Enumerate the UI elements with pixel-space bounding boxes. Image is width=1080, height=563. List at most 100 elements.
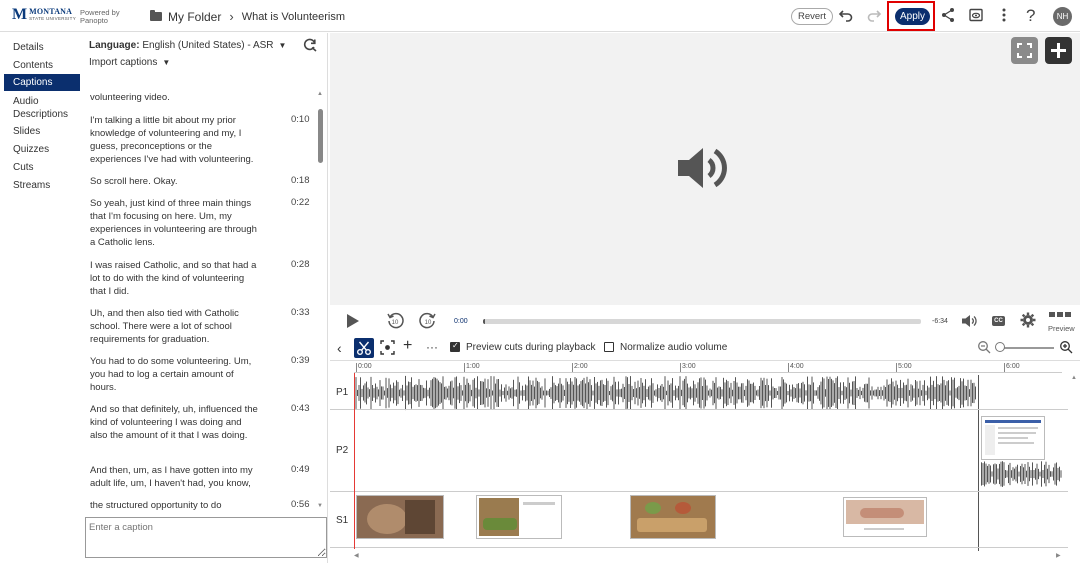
normalize-audio-checkbox[interactable]	[604, 342, 614, 352]
import-captions-label: Import captions	[89, 57, 158, 68]
player-controls: 10 10 0:00 -6:34 CC Preview	[330, 306, 1080, 336]
ruler-tick: 4:00	[788, 363, 804, 372]
zoom-in-icon[interactable]	[1059, 340, 1073, 357]
scroll-right-arrow-icon[interactable]: ▶	[1056, 552, 1061, 559]
help-icon[interactable]: ?	[1026, 7, 1035, 25]
ruler-tick: 2:00	[572, 363, 588, 372]
preview-icon[interactable]	[968, 7, 984, 28]
preview-layout-icon[interactable]	[1049, 312, 1071, 323]
nav-item-details[interactable]: Details	[4, 41, 80, 54]
chevron-right-icon: ›	[229, 9, 234, 24]
ruler-tick: 6:00	[1004, 363, 1020, 372]
scroll-down-arrow-icon[interactable]: ▼	[317, 503, 323, 509]
preview-label: Preview	[1048, 324, 1075, 333]
timeline-horizontal-scrollbar[interactable]: ◀ ▶	[354, 553, 1064, 559]
nav-item-contents[interactable]: Contents	[4, 59, 80, 72]
caption-timestamp: 0:49	[291, 464, 310, 475]
caption-timestamp: 0:22	[291, 197, 310, 208]
chevron-left-icon[interactable]: ‹	[337, 340, 342, 356]
revert-button[interactable]: Revert	[791, 8, 833, 25]
volume-icon[interactable]	[961, 314, 979, 331]
slide-thumbnail[interactable]	[630, 495, 716, 539]
audio-only-volume-icon	[676, 141, 730, 198]
caption-list: volunteering video. I'm talking a little…	[82, 87, 318, 513]
left-navigation: Details Contents Captions Audio Descript…	[4, 33, 80, 563]
nav-item-streams[interactable]: Streams	[4, 179, 80, 192]
undo-icon[interactable]	[838, 7, 854, 28]
track-divider	[330, 409, 1068, 410]
share-icon[interactable]	[940, 7, 956, 28]
add-stream-icon[interactable]	[1045, 37, 1072, 64]
caption-text: And then, um, as I have gotten into my a…	[90, 465, 253, 489]
fullscreen-icon[interactable]	[1011, 37, 1038, 64]
language-selector[interactable]: Language: English (United States) - ASR …	[89, 40, 286, 51]
avatar[interactable]: NH	[1053, 7, 1072, 26]
closed-captions-icon[interactable]: CC	[992, 316, 1005, 326]
playhead[interactable]	[354, 373, 355, 549]
redo-icon[interactable]	[866, 7, 882, 28]
track-label-p1: P1	[336, 387, 349, 398]
primary-audio-waveform[interactable]	[354, 375, 980, 411]
logo-sub-text: STATE UNIVERSITY	[29, 16, 76, 21]
caption-input[interactable]	[85, 517, 327, 558]
caption-timestamp: 0:39	[291, 355, 310, 366]
caption-text: You had to do some volunteering. Um, you…	[90, 356, 252, 393]
breadcrumb-folder-link[interactable]: My Folder	[168, 10, 221, 24]
more-tools-icon[interactable]: ···	[426, 340, 438, 354]
nav-item-audio-descriptions[interactable]: Audio Descriptions	[4, 95, 74, 121]
slide-thumbnail[interactable]	[476, 495, 562, 539]
folder-icon	[150, 10, 162, 21]
current-time: 0:00	[454, 318, 468, 325]
add-icon[interactable]: +	[403, 337, 412, 355]
breadcrumb-session-title: What is Volunteerism	[241, 10, 346, 23]
nav-item-quizzes[interactable]: Quizzes	[4, 143, 80, 156]
timeline-vertical-scrollbar[interactable]: ▲	[1069, 373, 1079, 549]
preview-cuts-label: Preview cuts during playback	[466, 342, 596, 353]
settings-gear-icon[interactable]	[1020, 312, 1036, 331]
normalize-audio-label: Normalize audio volume	[620, 342, 728, 353]
svg-text:10: 10	[425, 320, 432, 326]
ruler-tick: 0:00	[356, 363, 372, 372]
zoom-slider-handle[interactable]	[995, 342, 1005, 352]
track-label-s1: S1	[336, 515, 349, 526]
caption-timestamp: 0:18	[291, 175, 310, 186]
nav-item-slides[interactable]: Slides	[4, 125, 80, 138]
scroll-up-arrow-icon[interactable]: ▲	[317, 91, 323, 97]
slide-thumbnail[interactable]	[356, 495, 444, 539]
snapshot-select-icon[interactable]	[380, 340, 395, 358]
scissors-cut-icon[interactable]	[354, 338, 374, 358]
top-bar: M MONTANA STATE UNIVERSITY Powered by Pa…	[0, 0, 1080, 32]
session-end-marker	[978, 375, 979, 551]
powered-by: Powered by Panopto	[80, 9, 120, 25]
play-icon[interactable]	[346, 313, 360, 332]
nav-item-cuts[interactable]: Cuts	[4, 161, 80, 174]
slide-thumbnail[interactable]	[843, 497, 927, 537]
caption-timestamp: 0:56	[291, 499, 310, 510]
skip-back-icon[interactable]: 10	[386, 312, 404, 333]
preview-cuts-checkbox[interactable]	[450, 341, 460, 352]
editor-toolbar: ‹ + ··· Preview cuts during playback Nor…	[330, 336, 1080, 360]
more-options-icon[interactable]	[1000, 7, 1008, 28]
time-ruler[interactable]: 0:00 1:00 2:00 3:00 4:00 5:00 6:00	[354, 361, 1062, 373]
track-divider	[330, 547, 1068, 548]
caption-list-scrollbar[interactable]	[318, 109, 323, 163]
refresh-captions-icon[interactable]	[303, 38, 317, 55]
svg-text:10: 10	[392, 320, 399, 326]
playback-progress-bar[interactable]	[483, 319, 921, 324]
scroll-left-arrow-icon[interactable]: ◀	[354, 552, 359, 559]
remaining-time: -6:34	[932, 318, 948, 325]
zoom-slider-track[interactable]	[998, 347, 1054, 349]
caption-text: And so that definitely, uh, influenced t…	[90, 404, 258, 441]
scroll-up-arrow-icon[interactable]: ▲	[1071, 375, 1077, 381]
zoom-out-icon[interactable]	[977, 340, 991, 357]
ruler-tick: 3:00	[680, 363, 696, 372]
import-captions-menu[interactable]: Import captions ▼	[89, 57, 170, 68]
editing-timeline[interactable]: 0:00 1:00 2:00 3:00 4:00 5:00 6:00 P1 P2…	[330, 360, 1080, 563]
nav-item-captions[interactable]: Captions	[4, 74, 80, 91]
language-value: English (United States) - ASR	[142, 40, 274, 51]
skip-forward-icon[interactable]: 10	[419, 312, 437, 333]
screen-recording-thumbnail[interactable]	[981, 416, 1045, 460]
ruler-tick: 1:00	[464, 363, 480, 372]
ruler-tick: 5:00	[896, 363, 912, 372]
secondary-audio-waveform[interactable]	[981, 461, 1065, 487]
